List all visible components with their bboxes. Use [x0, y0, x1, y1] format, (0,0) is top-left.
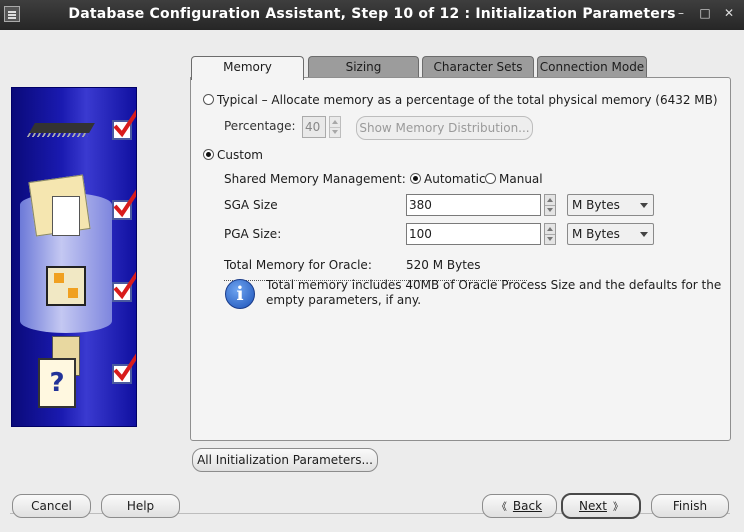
pga-size-label: PGA Size:	[224, 227, 282, 241]
pga-unit-value: M Bytes	[572, 227, 620, 241]
window-title: Database Configuration Assistant, Step 1…	[68, 6, 676, 22]
sga-size-label: SGA Size	[224, 198, 278, 212]
next-arrow-icon: 》	[612, 502, 623, 513]
chevron-down-icon	[640, 232, 648, 237]
total-memory-label: Total Memory for Oracle:	[224, 258, 372, 272]
next-button[interactable]: Next 》	[561, 493, 641, 519]
cancel-button[interactable]: Cancel	[12, 494, 91, 518]
sga-unit-value: M Bytes	[572, 198, 620, 212]
radio-icon[interactable]	[203, 94, 214, 105]
manual-label: Manual	[499, 172, 543, 186]
help-button[interactable]: Help	[101, 494, 180, 518]
maximize-icon[interactable]: □	[698, 6, 712, 20]
shared-memory-management-label: Shared Memory Management:	[224, 172, 406, 186]
percentage-spinner[interactable]	[329, 116, 341, 138]
radio-icon[interactable]	[410, 173, 421, 184]
dialog-body: ? Memory Sizing Character Sets Connectio…	[0, 30, 744, 532]
step-complete-check-icon	[112, 109, 136, 140]
question-document-image: ?	[38, 358, 76, 408]
next-label: Next	[579, 499, 607, 513]
all-initialization-parameters-button[interactable]: All Initialization Parameters...	[192, 448, 378, 472]
minimize-icon[interactable]: –	[674, 6, 688, 20]
automatic-radio[interactable]: Automatic	[410, 172, 486, 186]
title-bar: Database Configuration Assistant, Step 1…	[0, 0, 744, 30]
info-text-line1: Total memory includes 40MB of Oracle Pro…	[266, 278, 722, 292]
back-label: Back	[512, 499, 543, 513]
close-icon[interactable]: ✕	[722, 6, 736, 20]
tab-connection-mode[interactable]: Connection Mode	[537, 56, 647, 78]
percentage-input[interactable]: 40	[302, 116, 326, 138]
sga-size-input[interactable]: 380	[406, 194, 541, 216]
info-icon: i	[225, 279, 255, 309]
radio-icon[interactable]	[485, 173, 496, 184]
back-arrow-icon: 《	[496, 502, 507, 513]
finish-button[interactable]: Finish	[651, 494, 729, 518]
step-complete-check-icon	[112, 271, 136, 302]
tab-memory[interactable]: Memory	[191, 56, 304, 80]
tab-character-sets[interactable]: Character Sets	[422, 56, 534, 78]
custom-label: Custom	[217, 148, 263, 162]
custom-radio[interactable]: Custom	[203, 148, 263, 162]
shapes-tile-image	[46, 266, 86, 306]
automatic-label: Automatic	[424, 172, 486, 186]
info-text-line2: empty parameters, if any.	[266, 293, 422, 307]
step-complete-check-icon	[112, 189, 136, 220]
total-memory-value: 520 M Bytes	[406, 258, 481, 272]
memory-chip-image	[29, 123, 95, 133]
step-complete-check-icon	[112, 353, 136, 384]
typical-label: Typical – Allocate memory as a percentag…	[217, 93, 718, 107]
pga-size-input[interactable]: 100	[406, 223, 541, 245]
radio-icon[interactable]	[203, 149, 214, 160]
percentage-label: Percentage:	[224, 119, 296, 133]
tab-sizing[interactable]: Sizing	[308, 56, 419, 78]
chevron-down-icon	[640, 203, 648, 208]
back-button[interactable]: 《 Back	[482, 494, 557, 518]
pga-unit-select[interactable]: M Bytes	[567, 223, 654, 245]
pga-size-spinner[interactable]	[544, 223, 556, 245]
sga-unit-select[interactable]: M Bytes	[567, 194, 654, 216]
manual-radio[interactable]: Manual	[485, 172, 543, 186]
document-image	[52, 196, 80, 236]
typical-radio[interactable]: Typical – Allocate memory as a percentag…	[203, 93, 718, 107]
sga-size-spinner[interactable]	[544, 194, 556, 216]
step-illustration: ?	[11, 87, 137, 427]
show-memory-distribution-button[interactable]: Show Memory Distribution...	[356, 116, 533, 140]
